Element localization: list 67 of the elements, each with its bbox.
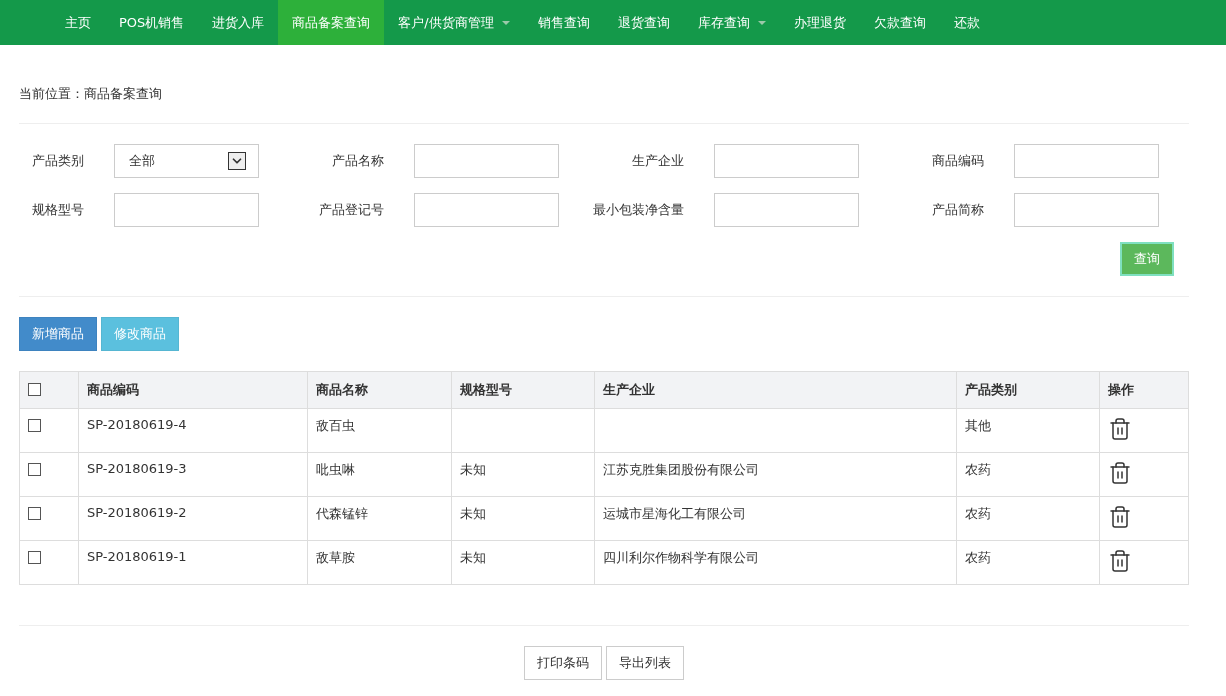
- table-cell: 江苏克胜集团股份有限公司: [594, 452, 957, 497]
- checkbox[interactable]: [28, 551, 41, 564]
- table-cell: SP-20180619-3: [78, 452, 308, 497]
- delete-icon[interactable]: [1108, 549, 1132, 573]
- field-label: 生产企业: [632, 152, 684, 170]
- table-cell: 吡虫啉: [307, 452, 452, 497]
- column-header: 商品编码: [78, 371, 308, 409]
- table-cell: SP-20180619-2: [78, 496, 308, 541]
- nav-tab[interactable]: 进货入库: [198, 0, 279, 45]
- delete-icon[interactable]: [1108, 417, 1132, 441]
- field-label: 产品类别: [32, 152, 84, 170]
- footer-button[interactable]: 打印条码: [524, 646, 602, 680]
- delete-icon[interactable]: [1108, 461, 1132, 485]
- action-button[interactable]: 修改商品: [101, 317, 179, 351]
- field-label: 最小包装净含量: [593, 201, 684, 219]
- input-field[interactable]: [414, 193, 559, 227]
- table-cell: 四川利尔作物科学有限公司: [594, 540, 957, 585]
- table-cell: SP-20180619-4: [78, 408, 308, 453]
- nav-tab[interactable]: 办理退货: [779, 0, 860, 45]
- table-cell: 农药: [956, 540, 1100, 585]
- nav-tab[interactable]: 退货查询: [603, 0, 684, 45]
- nav-tab[interactable]: 客户/供货商管理: [384, 0, 524, 45]
- column-header: 产品类别: [956, 371, 1100, 409]
- table-cell: 敌草胺: [307, 540, 452, 585]
- table-cell: 农药: [956, 452, 1100, 497]
- checkbox[interactable]: [28, 419, 41, 432]
- input-field[interactable]: [114, 193, 259, 227]
- nav-tab[interactable]: 还款: [939, 0, 994, 45]
- column-header: 生产企业: [594, 371, 957, 409]
- field-label: 产品简称: [932, 201, 984, 219]
- nav-tab[interactable]: 主页: [51, 0, 105, 45]
- table-cell: 运城市星海化工有限公司: [594, 496, 957, 541]
- input-field[interactable]: [714, 144, 859, 178]
- table-cell: 未知: [451, 540, 594, 585]
- table-cell: 农药: [956, 496, 1100, 541]
- delete-icon[interactable]: [1108, 505, 1132, 529]
- category-select[interactable]: 全部: [114, 144, 259, 178]
- table-cell: SP-20180619-1: [78, 540, 308, 585]
- input-field[interactable]: [1014, 144, 1159, 178]
- column-header: 操作: [1099, 371, 1189, 409]
- table-cell: 未知: [451, 496, 594, 541]
- input-field[interactable]: [1014, 193, 1159, 227]
- column-header: 商品名称: [307, 371, 452, 409]
- checkbox[interactable]: [28, 507, 41, 520]
- field-label: 商品编码: [932, 152, 984, 170]
- table-cell: 代森锰锌: [307, 496, 452, 541]
- footer-button[interactable]: 导出列表: [606, 646, 684, 680]
- field-label: 规格型号: [32, 201, 84, 219]
- query-button[interactable]: 查询: [1120, 242, 1174, 276]
- field-label: 产品登记号: [319, 201, 384, 219]
- breadcrumb: 当前位置：商品备案查询: [19, 45, 1189, 124]
- checkbox[interactable]: [28, 383, 41, 396]
- column-header: 规格型号: [451, 371, 594, 409]
- table-cell: 未知: [451, 452, 594, 497]
- nav-tab[interactable]: 欠款查询: [859, 0, 940, 45]
- action-button[interactable]: 新增商品: [19, 317, 97, 351]
- input-field[interactable]: [714, 193, 859, 227]
- checkbox[interactable]: [28, 463, 41, 476]
- nav-tab[interactable]: POS机销售: [105, 0, 199, 45]
- field-label: 产品名称: [332, 152, 384, 170]
- table-cell: 敌百虫: [307, 408, 452, 453]
- nav-tab[interactable]: 商品备案查询: [278, 0, 385, 45]
- chevron-down-icon: [228, 152, 246, 170]
- nav-tab[interactable]: 库存查询: [683, 0, 780, 45]
- nav-tab[interactable]: 销售查询: [523, 0, 604, 45]
- input-field[interactable]: [414, 144, 559, 178]
- table-cell: 其他: [956, 408, 1100, 453]
